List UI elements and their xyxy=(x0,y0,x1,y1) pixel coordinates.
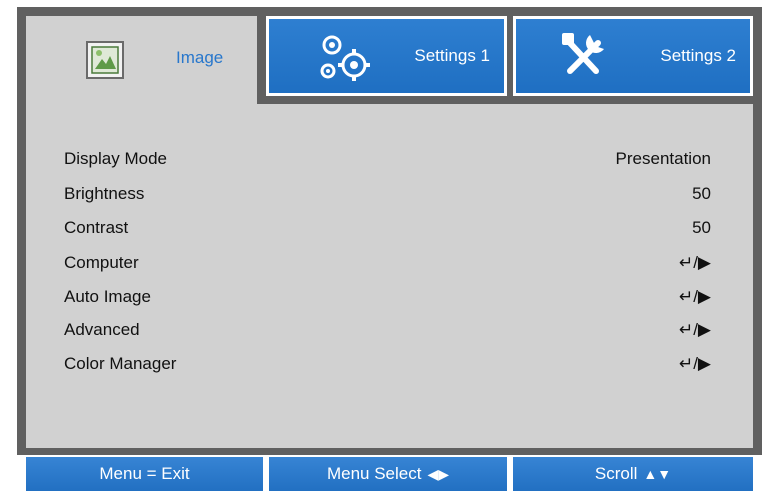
menu-item-auto-image[interactable]: Auto Image ↵/▶ xyxy=(64,280,711,314)
up-down-arrows-icon: ▲▼ xyxy=(643,466,672,482)
tab-image[interactable]: Image xyxy=(26,16,257,111)
tab-settings-2[interactable]: Settings 2 xyxy=(513,16,753,96)
footer-select-hint: Menu Select ◀▶ xyxy=(269,457,507,491)
osd-menu: Image Settings 1 Settings 2 Display Mode… xyxy=(0,0,762,499)
enter-submenu-icon: ↵/▶ xyxy=(678,287,711,306)
menu-item-label: Display Mode xyxy=(64,149,167,168)
gears-icon xyxy=(320,35,370,81)
menu-item-computer[interactable]: Computer ↵/▶ xyxy=(64,246,711,280)
enter-submenu-icon: ↵/▶ xyxy=(678,354,711,373)
tools-icon xyxy=(562,33,604,74)
image-icon xyxy=(86,41,124,79)
enter-submenu-icon: ↵/▶ xyxy=(678,253,711,272)
enter-submenu-icon: ↵/▶ xyxy=(678,320,711,339)
tab-label: Settings 2 xyxy=(660,46,736,65)
menu-item-value: 50 xyxy=(692,184,711,203)
menu-item-value: Presentation xyxy=(615,149,711,168)
footer-scroll-hint: Scroll ▲▼ xyxy=(513,457,753,491)
menu-item-display-mode[interactable]: Display Mode Presentation xyxy=(64,142,711,176)
tab-label: Settings 1 xyxy=(414,46,490,65)
footer-exit-label: Menu = Exit xyxy=(99,464,190,483)
menu-item-label: Brightness xyxy=(64,184,145,203)
menu-item-label: Auto Image xyxy=(64,287,151,306)
left-right-arrows-icon: ◀▶ xyxy=(427,465,450,482)
menu-item-brightness[interactable]: Brightness 50 xyxy=(64,177,711,211)
tab-label: Image xyxy=(176,48,224,67)
menu-item-value: 50 xyxy=(692,218,711,237)
footer-scroll-label: Scroll xyxy=(594,464,638,483)
menu-item-label: Advanced xyxy=(64,320,140,339)
menu-item-label: Computer xyxy=(64,253,139,272)
menu-item-label: Color Manager xyxy=(64,354,177,373)
tab-settings-1[interactable]: Settings 1 xyxy=(266,16,507,96)
menu-item-advanced[interactable]: Advanced ↵/▶ xyxy=(64,313,711,347)
footer-exit-hint: Menu = Exit xyxy=(26,457,263,491)
menu-item-contrast[interactable]: Contrast 50 xyxy=(64,211,711,245)
menu-item-color-manager[interactable]: Color Manager ↵/▶ xyxy=(64,347,711,381)
footer-select-label: Menu Select xyxy=(326,464,422,483)
menu-item-label: Contrast xyxy=(64,218,129,237)
